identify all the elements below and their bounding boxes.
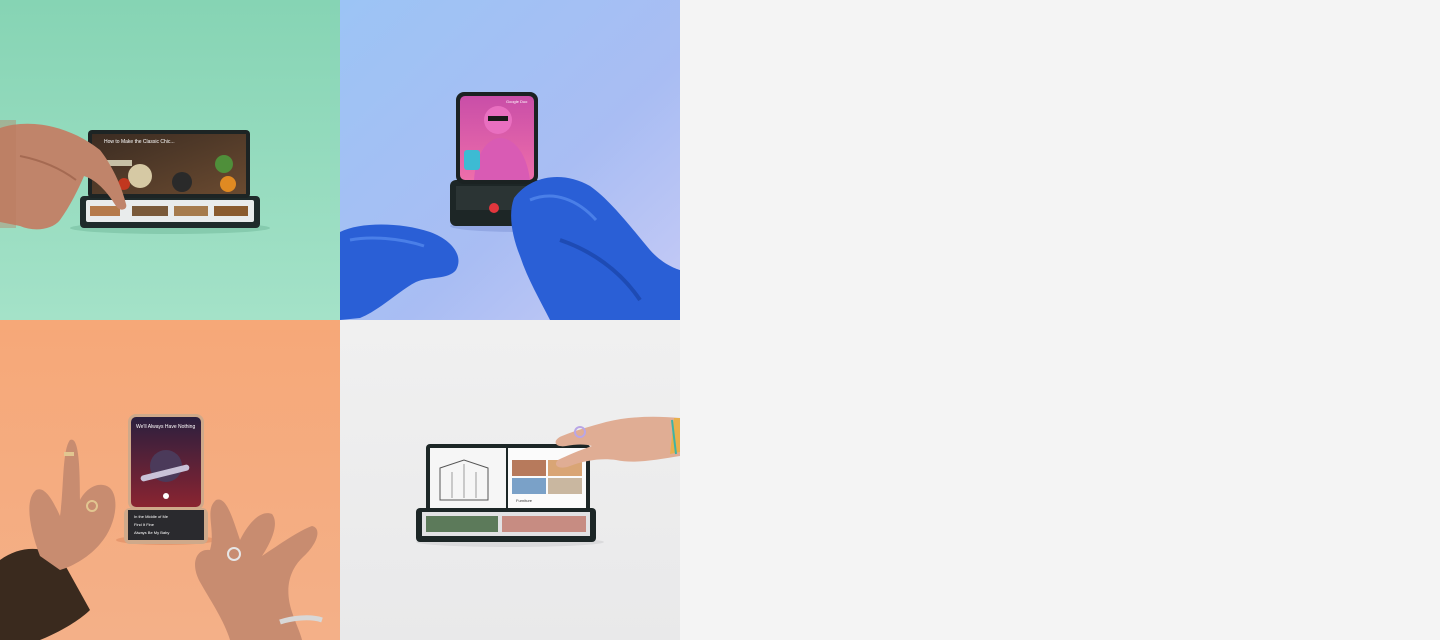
song-title: We'll Always Have Nothing (136, 424, 195, 430)
tab-label: Furniture (516, 498, 533, 503)
flip-camera-photo: Google Duo (340, 0, 680, 320)
tile-flip-music: We'll Always Have Nothing In the Middle … (0, 320, 340, 640)
video-title: How to Make the Classic Chic... (104, 139, 175, 145)
flip-music-photo: We'll Always Have Nothing In the Middle … (0, 320, 340, 640)
blank-panel (680, 0, 1440, 640)
fold-video-photo: How to Make the Classic Chic... (0, 0, 340, 320)
tile-fold-design: Furniture (340, 320, 680, 640)
fold-design-photo: Furniture (340, 320, 680, 640)
app-label: Google Duo (506, 99, 528, 104)
tile-fold-video: How to Make the Classic Chic... (0, 0, 340, 320)
list-item-2: Find It Fine (134, 522, 155, 527)
list-item-3: Always Be My Baby (134, 530, 169, 535)
tile-flip-camera: Google Duo (340, 0, 680, 320)
image-grid: How to Make the Classic Chic... Google D… (0, 0, 680, 640)
list-item-1: In the Middle of Me (134, 514, 169, 519)
